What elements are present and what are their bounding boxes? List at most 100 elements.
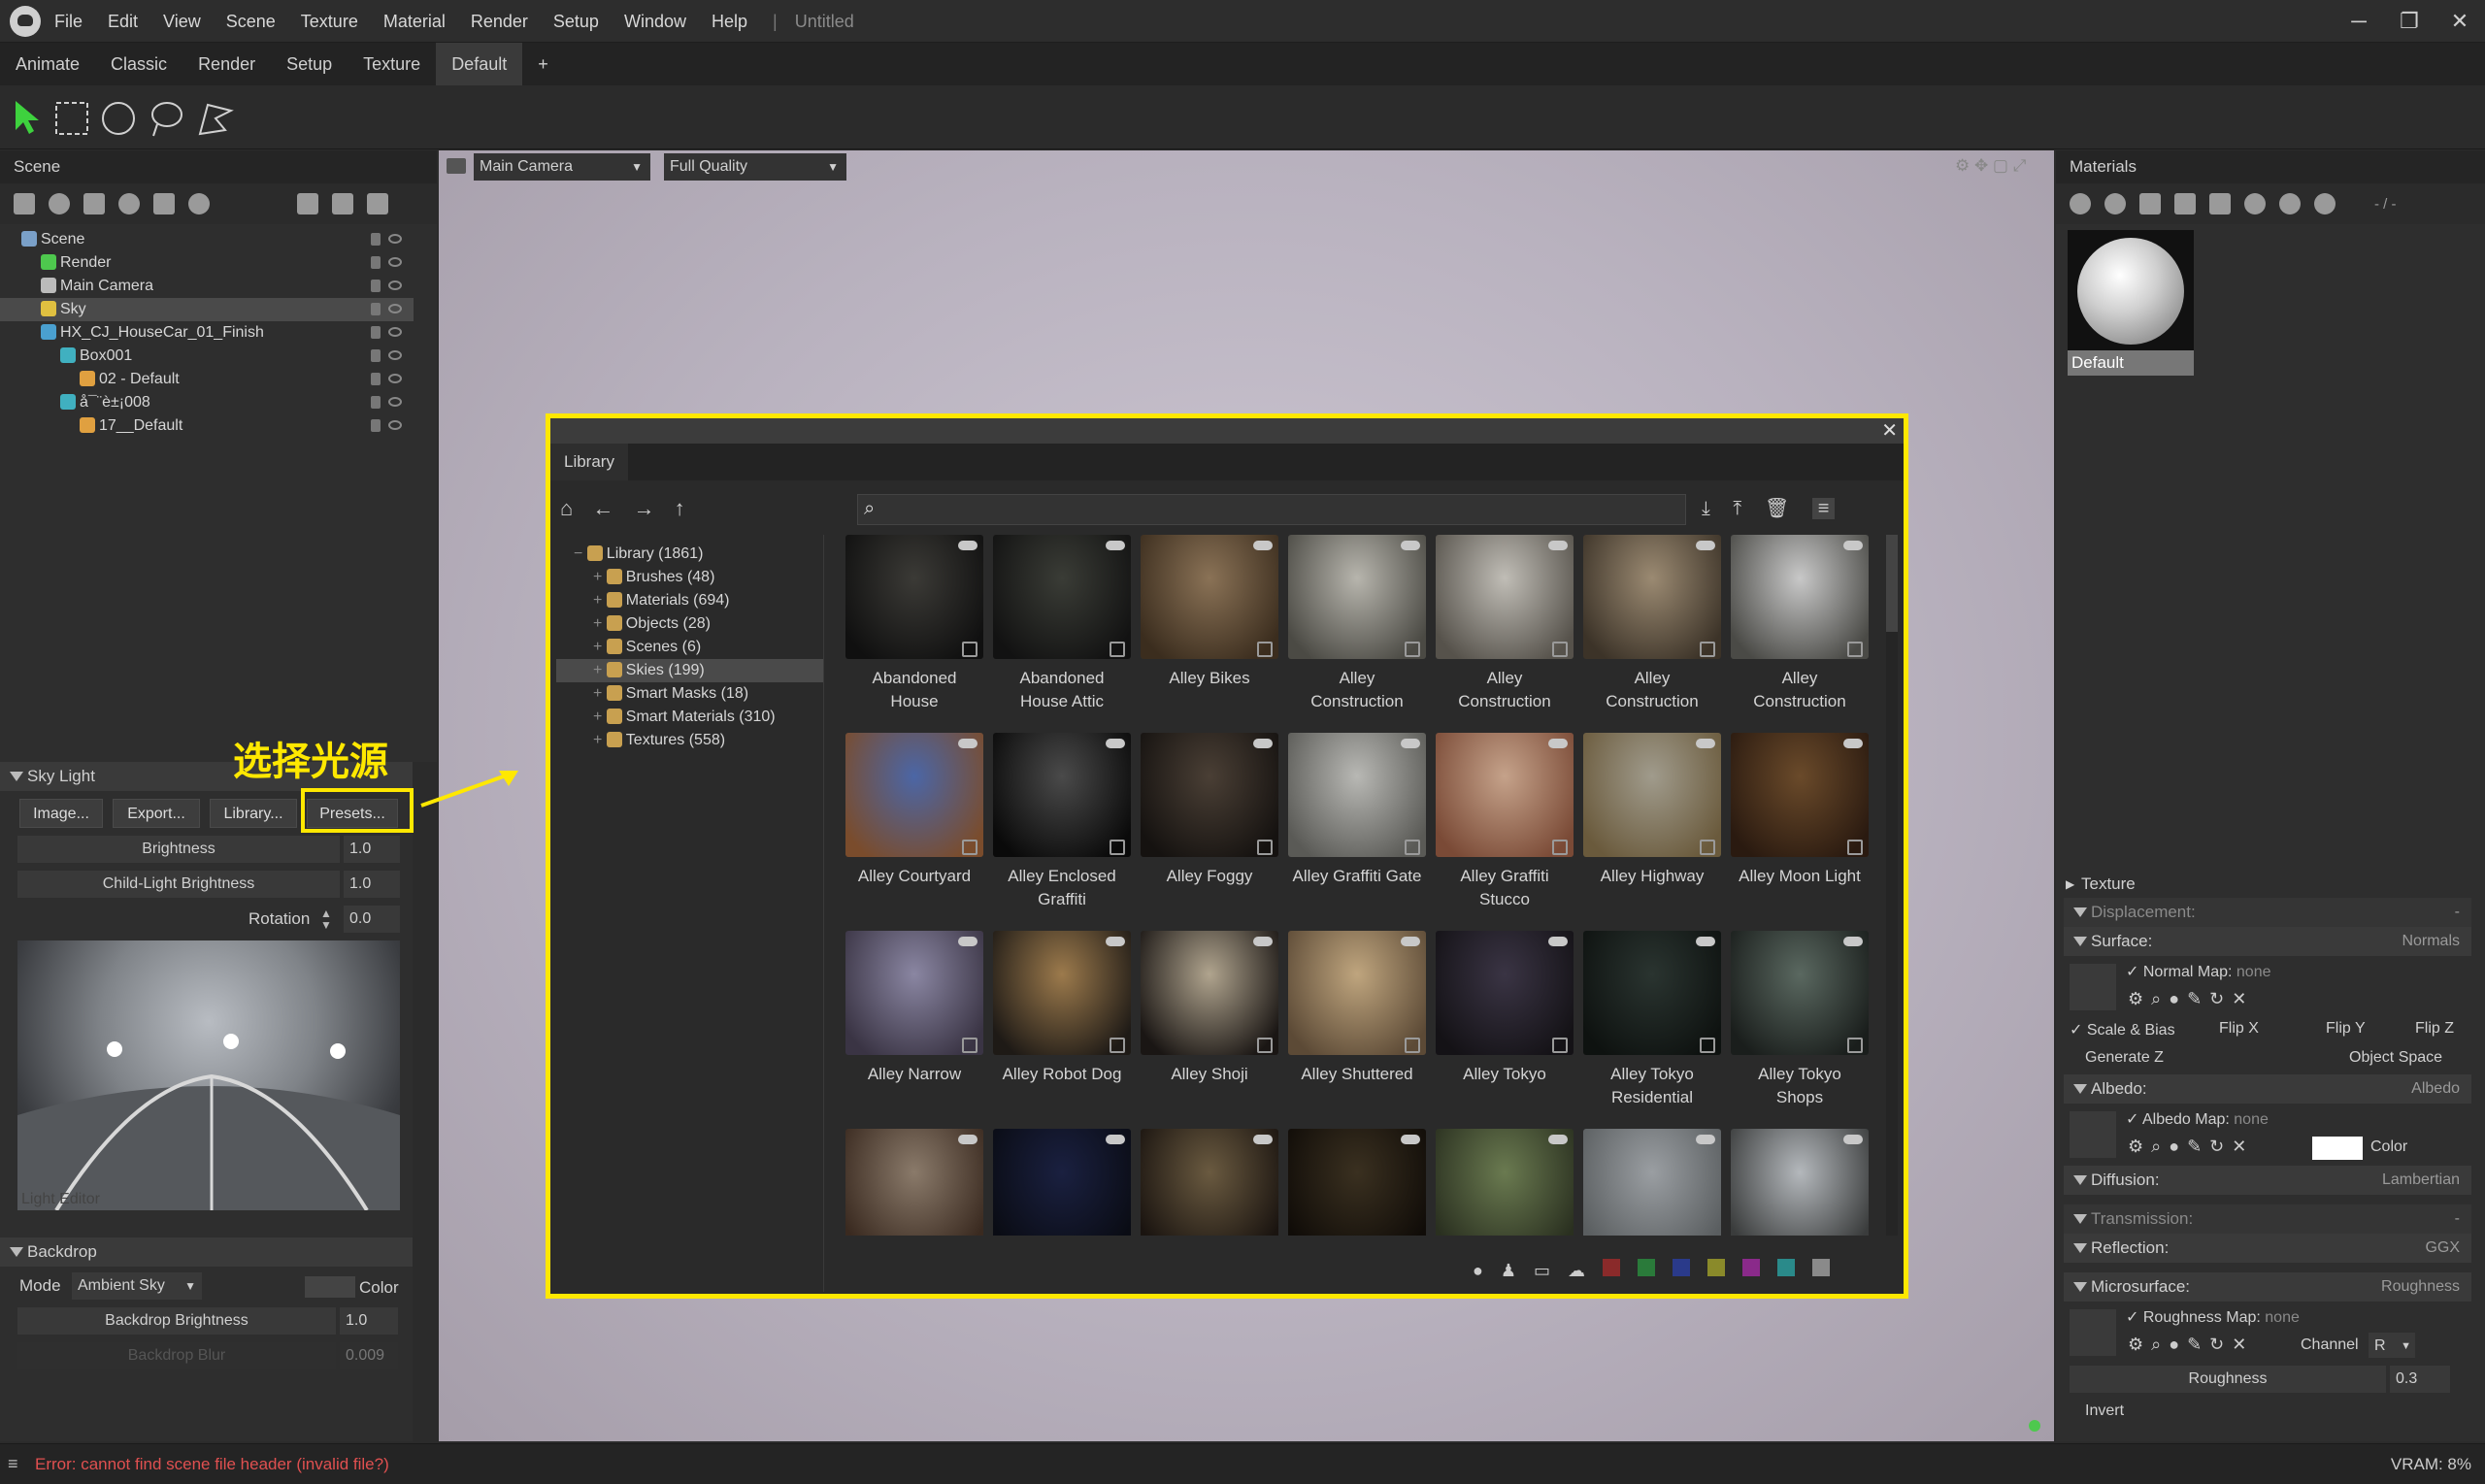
library-item[interactable]: Alley Highway [1579, 733, 1725, 927]
trash-icon[interactable] [2209, 193, 2231, 214]
sky-thumbnail[interactable] [1583, 733, 1721, 857]
albedo-color-swatch[interactable] [2312, 1137, 2363, 1160]
back-icon[interactable]: ← [592, 496, 613, 520]
menu-item-window[interactable]: Window [624, 12, 686, 32]
eye-icon[interactable] [388, 374, 402, 383]
export-icon[interactable]: ⤒ [1733, 498, 1741, 519]
trash-icon[interactable] [367, 193, 388, 214]
select-checkbox[interactable] [1110, 642, 1125, 657]
select-arrow-icon[interactable] [16, 101, 39, 134]
select-checkbox[interactable] [962, 1038, 977, 1053]
lock-icon[interactable] [371, 396, 381, 409]
menu-item-view[interactable]: View [163, 12, 201, 32]
scene-tree-item[interactable]: Render [0, 251, 414, 275]
select-checkbox[interactable] [1110, 840, 1125, 855]
sky-thumbnail[interactable] [993, 931, 1131, 1055]
select-checkbox[interactable] [1257, 642, 1273, 657]
import-icon[interactable]: ⤓ [1702, 498, 1710, 519]
lock-icon[interactable] [371, 349, 381, 362]
add-group-icon[interactable] [118, 193, 140, 214]
menu-item-scene[interactable]: Scene [226, 12, 276, 32]
diffusion-header[interactable]: Diffusion: Lambertian [2064, 1166, 2471, 1195]
sky-preview[interactable]: Light Editor [17, 940, 400, 1210]
eyedropper-icon[interactable] [2244, 193, 2266, 214]
select-checkbox[interactable] [1405, 1038, 1420, 1053]
object-space-checkbox[interactable]: Object Space [2349, 1049, 2442, 1067]
menu-item-help[interactable]: Help [712, 12, 747, 32]
color-filter-swatch[interactable] [1812, 1259, 1831, 1276]
select-checkbox[interactable] [1847, 642, 1863, 657]
refresh-icon[interactable] [2314, 193, 2336, 214]
sky-thumbnail[interactable] [1583, 1129, 1721, 1236]
backdrop-brightness-value[interactable]: 1.0 [340, 1307, 398, 1335]
scene-tree-item[interactable]: Main Camera [0, 275, 414, 298]
scene-tree-item[interactable]: 17__Default [0, 414, 414, 438]
sky-thumbnail[interactable] [1288, 931, 1426, 1055]
select-checkbox[interactable] [1405, 642, 1420, 657]
tab-setup[interactable]: Setup [271, 43, 348, 85]
library-tab[interactable]: Library [550, 444, 628, 480]
library-tree-item[interactable]: − Library (1861) [556, 543, 823, 566]
sky-thumbnail[interactable] [845, 535, 983, 659]
library-item[interactable] [1727, 1129, 1872, 1236]
sky-thumbnail[interactable] [845, 1129, 983, 1236]
expand-icon[interactable]: + [593, 592, 607, 609]
scene-tree-item[interactable]: Box001 [0, 345, 414, 368]
backdrop-header[interactable]: Backdrop [0, 1237, 413, 1267]
library-item[interactable] [989, 1129, 1135, 1236]
sky-thumbnail[interactable] [1731, 1129, 1869, 1236]
brightness-value[interactable]: 1.0 [344, 836, 400, 863]
filter-cloud-icon[interactable]: ☁ [1568, 1261, 1585, 1280]
library-item[interactable] [1579, 1129, 1725, 1236]
eye-icon[interactable] [388, 350, 402, 360]
scale-bias-checkbox[interactable]: ✓ Scale & Bias [2070, 1020, 2175, 1039]
map-tools-icons[interactable]: ⚙⌕●✎↻✕ [2128, 1335, 2254, 1355]
rotation-spinner-icon[interactable]: ▲ ▼ [320, 907, 332, 931]
home-icon[interactable]: ⌂ [560, 496, 573, 520]
scene-tree-item[interactable]: Scene [0, 228, 414, 251]
sky-thumbnail[interactable] [1731, 535, 1869, 659]
library-tree-item[interactable]: + Scenes (6) [556, 636, 823, 659]
library-scrollbar[interactable] [1886, 535, 1898, 1236]
select-checkbox[interactable] [1257, 1038, 1273, 1053]
menu-item-material[interactable]: Material [383, 12, 446, 32]
flip-y-checkbox[interactable]: Flip Y [2326, 1020, 2366, 1038]
backdrop-blur-label[interactable]: Backdrop Blur [17, 1342, 336, 1369]
filter-monitor-icon[interactable]: ▭ [1534, 1261, 1550, 1280]
select-checkbox[interactable] [1847, 840, 1863, 855]
sky-thumbnail[interactable] [1436, 1129, 1574, 1236]
library-tree-item[interactable]: + Textures (558) [556, 729, 823, 752]
library-item[interactable]: Alley Enclosed Graffiti [989, 733, 1135, 927]
library-item[interactable]: Alley Tokyo [1432, 931, 1577, 1125]
library-item[interactable] [842, 1129, 987, 1236]
microsurface-header[interactable]: Microsurface: Roughness [2064, 1272, 2471, 1302]
roughness-label[interactable]: Roughness [2070, 1366, 2386, 1393]
color-filter-swatch[interactable] [1638, 1259, 1656, 1276]
library-item[interactable]: Alley Shoji [1137, 931, 1282, 1125]
library-tree-item[interactable]: + Smart Materials (310) [556, 706, 823, 729]
sky-thumbnail[interactable] [993, 1129, 1131, 1236]
tab-texture[interactable]: Texture [348, 43, 436, 85]
maximize-icon[interactable]: ❐ [2384, 9, 2435, 34]
library-tree-item[interactable]: + Skies (199) [556, 659, 823, 682]
eye-icon[interactable] [388, 234, 402, 244]
color-filter-swatch[interactable] [1673, 1259, 1691, 1276]
select-checkbox[interactable] [1257, 840, 1273, 855]
library-item[interactable] [1432, 1129, 1577, 1236]
brightness-label[interactable]: Brightness [17, 836, 340, 863]
lasso-select-icon[interactable] [151, 102, 182, 137]
expand-icon[interactable]: + [593, 709, 607, 725]
generate-z-checkbox[interactable]: Generate Z [2085, 1049, 2164, 1067]
tab-classic[interactable]: Classic [95, 43, 182, 85]
select-checkbox[interactable] [1405, 840, 1420, 855]
sky-thumbnail[interactable] [1141, 733, 1278, 857]
menu-item-setup[interactable]: Setup [553, 12, 599, 32]
eye-icon[interactable] [388, 304, 402, 313]
color-filter-swatch[interactable] [1707, 1259, 1726, 1276]
sky-thumbnail[interactable] [1436, 733, 1574, 857]
sky-thumbnail[interactable] [1288, 733, 1426, 857]
trash-icon[interactable]: 🗑 [1765, 498, 1789, 519]
camera-dropdown[interactable]: Main Camera ▼ [474, 153, 650, 181]
sky-thumbnail[interactable] [845, 733, 983, 857]
quality-dropdown[interactable]: Full Quality ▼ [664, 153, 846, 181]
